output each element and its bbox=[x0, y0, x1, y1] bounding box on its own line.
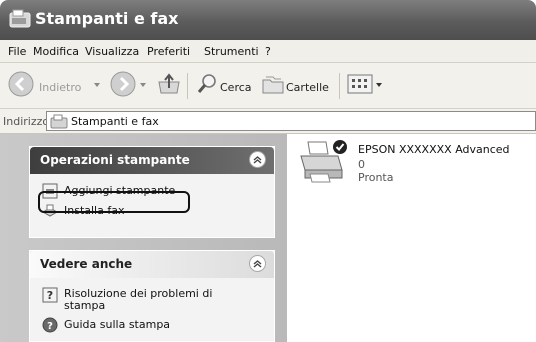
search-label[interactable]: Cerca bbox=[220, 81, 252, 94]
see-also-panel: Vedere anche ? Risoluzione dei problemi … bbox=[29, 250, 275, 342]
address-field[interactable]: Stampanti e fax bbox=[46, 111, 536, 131]
views-button[interactable] bbox=[347, 73, 373, 98]
search-button[interactable] bbox=[196, 73, 218, 98]
printers-list: EPSON XXXXXXX Advanced 0 Pronta bbox=[288, 134, 536, 342]
forward-button[interactable] bbox=[110, 71, 136, 100]
back-dropdown-icon[interactable] bbox=[94, 83, 100, 87]
printer-documents: 0 bbox=[358, 158, 365, 171]
menu-strumenti[interactable]: Strumenti bbox=[204, 45, 259, 58]
collapse-chevron-icon[interactable] bbox=[249, 151, 266, 168]
see-also-title: Vedere anche bbox=[40, 257, 133, 271]
forward-dropdown-icon[interactable] bbox=[140, 83, 146, 87]
printer-tasks-panel: Operazioni stampante Aggiungi stampante bbox=[29, 146, 275, 238]
printers-folder-icon bbox=[9, 9, 31, 33]
address-bar: Indirizzo Stampanti e fax bbox=[0, 109, 536, 134]
printer-name[interactable]: EPSON XXXXXXX Advanced bbox=[358, 143, 510, 156]
printer-tasks-title: Operazioni stampante bbox=[40, 153, 190, 167]
printing-guide-label[interactable]: Guida sulla stampa bbox=[64, 318, 170, 331]
collapse-chevron-icon[interactable] bbox=[249, 255, 266, 272]
menu-visualizza[interactable]: Visualizza bbox=[85, 45, 139, 58]
title-bar: Stampanti e fax bbox=[0, 0, 536, 40]
back-arrow-icon bbox=[8, 71, 34, 97]
folders-icon bbox=[262, 76, 284, 94]
views-dropdown-icon[interactable] bbox=[376, 83, 382, 87]
up-folder-icon bbox=[158, 73, 180, 94]
back-label[interactable]: Indietro bbox=[39, 81, 81, 94]
svg-text:?: ? bbox=[47, 321, 53, 332]
see-also-header[interactable]: Vedere anche bbox=[30, 251, 274, 278]
folders-button[interactable] bbox=[261, 73, 285, 98]
toolbar: Indietro Cerca Cartelle bbox=[0, 63, 536, 109]
printer-tasks-header[interactable]: Operazioni stampante bbox=[30, 147, 274, 174]
troubleshoot-printing-label[interactable]: Risoluzione dei problemi di stampa bbox=[64, 288, 232, 312]
up-folder-button[interactable] bbox=[157, 72, 181, 99]
window-title: Stampanti e fax bbox=[35, 9, 179, 28]
menu-modifica[interactable]: Modifica bbox=[33, 45, 79, 58]
menu-help[interactable]: ? bbox=[265, 45, 271, 58]
folders-label[interactable]: Cartelle bbox=[286, 81, 329, 94]
menu-preferiti[interactable]: Preferiti bbox=[147, 45, 190, 58]
menu-file[interactable]: File bbox=[8, 45, 26, 58]
add-printer-highlight bbox=[38, 191, 190, 213]
printer-icon bbox=[300, 140, 347, 183]
help-icon: ? bbox=[42, 287, 58, 306]
printer-item[interactable] bbox=[298, 138, 350, 188]
printers-folder-icon bbox=[50, 114, 68, 132]
printer-status: Pronta bbox=[358, 171, 394, 184]
svg-text:?: ? bbox=[47, 289, 53, 302]
forward-arrow-icon bbox=[110, 71, 136, 97]
back-button[interactable] bbox=[8, 71, 34, 100]
views-icon bbox=[347, 74, 373, 94]
address-label: Indirizzo bbox=[3, 115, 50, 128]
search-icon bbox=[197, 74, 216, 93]
task-pane: Operazioni stampante Aggiungi stampante bbox=[0, 134, 287, 342]
menu-bar: File Modifica Visualizza Preferiti Strum… bbox=[0, 40, 536, 63]
address-value[interactable]: Stampanti e fax bbox=[71, 115, 159, 128]
help-circle-icon: ? bbox=[42, 317, 58, 336]
